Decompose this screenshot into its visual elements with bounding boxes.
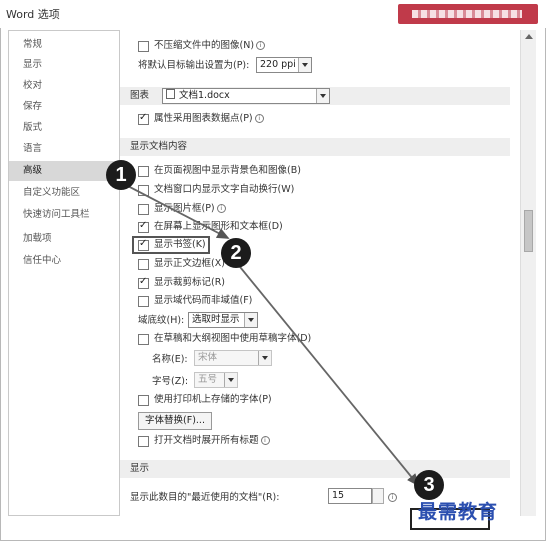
arrow-step1-to-step2 xyxy=(123,183,230,239)
step-badge-1: 1 xyxy=(106,160,136,190)
step-badge-2: 2 xyxy=(221,238,251,268)
step-badge-3: 3 xyxy=(414,470,444,500)
arrow-step2-to-step3 xyxy=(235,261,420,487)
watermark-text: 最需教育 xyxy=(418,501,499,523)
annotation-arrows xyxy=(123,183,420,487)
